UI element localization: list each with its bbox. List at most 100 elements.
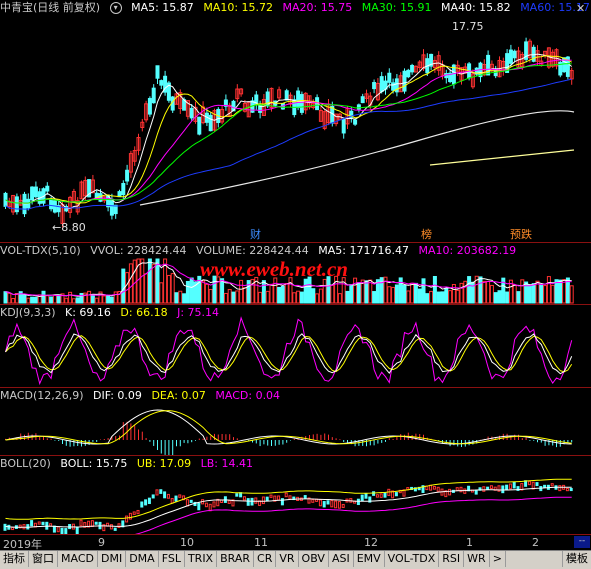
high-price-label: 17.75 bbox=[452, 20, 484, 33]
volume-bar bbox=[337, 293, 342, 304]
boll-candle bbox=[30, 520, 34, 527]
boll-candle bbox=[330, 500, 334, 508]
tab-emv[interactable]: EMV bbox=[354, 551, 385, 567]
scroll-indicator[interactable]: -- bbox=[574, 536, 590, 548]
tab-vr[interactable]: VR bbox=[276, 551, 299, 567]
boll-candle bbox=[527, 480, 531, 486]
volume-bar bbox=[448, 290, 453, 304]
volume-bar bbox=[497, 290, 502, 304]
volume-bar bbox=[182, 293, 187, 304]
boll-candle bbox=[288, 495, 292, 500]
boll-candle bbox=[155, 489, 159, 496]
volume-panel[interactable]: VOL-TDX(5,10) VVOL: 228424.44 VOLUME: 22… bbox=[0, 243, 591, 304]
macd-dif: DIF: 0.09 bbox=[93, 389, 142, 402]
volume-bar bbox=[489, 284, 494, 304]
candle-body bbox=[125, 169, 130, 182]
candle-body bbox=[208, 114, 213, 132]
tab-more-arrow[interactable]: > bbox=[490, 551, 506, 567]
volume-bar bbox=[569, 285, 574, 304]
tab-trix[interactable]: TRIX bbox=[185, 551, 218, 567]
boll-candle bbox=[178, 494, 182, 498]
volume-bar bbox=[444, 287, 449, 304]
date-axis: 2019年 9 10 11 12 1 2 -- bbox=[0, 534, 591, 551]
tab-macd[interactable]: MACD bbox=[58, 551, 98, 567]
settings-circle-icon[interactable]: ▾ bbox=[109, 2, 122, 14]
boll-candle bbox=[436, 486, 440, 492]
candle-body bbox=[284, 90, 289, 101]
boll-candle bbox=[254, 497, 258, 504]
boll-header: BOLL(20) BOLL: 15.75 UB: 17.09 LB: 14.41 bbox=[0, 456, 591, 471]
boll-candle bbox=[136, 509, 140, 515]
kdj-panel[interactable]: KDJ(9,3,3) K: 69.16 D: 66.18 J: 75.14 bbox=[0, 305, 591, 387]
candlestick-chart[interactable] bbox=[0, 0, 591, 242]
watermark: www.eweb.net.cn bbox=[200, 257, 348, 281]
tab-obv[interactable]: OBV bbox=[299, 551, 329, 567]
tab-vol-tdx[interactable]: VOL-TDX bbox=[385, 551, 440, 567]
vol-ma5: MA5: 171716.47 bbox=[318, 244, 409, 257]
boll-candle bbox=[166, 493, 170, 499]
volume-bar bbox=[227, 289, 232, 304]
tab-wr[interactable]: WR bbox=[464, 551, 490, 567]
boll-candle bbox=[109, 524, 113, 530]
vol-indicator-name: VOL-TDX(5,10) bbox=[0, 244, 81, 257]
boll-candle bbox=[463, 488, 467, 494]
boll-candle bbox=[326, 500, 330, 505]
boll-candle bbox=[242, 496, 246, 501]
boll-candle bbox=[197, 502, 201, 511]
marker-yudie[interactable]: 预跌 bbox=[510, 226, 532, 242]
volume-bar bbox=[482, 280, 487, 304]
tab-asi[interactable]: ASI bbox=[329, 551, 354, 567]
marker-bang[interactable]: 榜 bbox=[421, 226, 432, 242]
tab-template[interactable]: 模板 bbox=[562, 551, 591, 567]
tab-cr[interactable]: CR bbox=[254, 551, 277, 567]
volume-bar bbox=[94, 297, 99, 304]
boll-candle bbox=[550, 483, 554, 487]
tab-indicator[interactable]: 指标 bbox=[0, 551, 29, 567]
indicator-tab-bar: 指标 窗口 MACD DMI DMA FSL TRIX BRAR CR VR OBV ASI EMV VO… bbox=[0, 550, 591, 569]
candle-body bbox=[356, 104, 361, 110]
candle-body bbox=[189, 107, 194, 119]
volume-bar bbox=[417, 288, 422, 304]
tab-dma[interactable]: DMA bbox=[126, 551, 159, 567]
boll-candle bbox=[163, 491, 167, 499]
boll-ub: UB: 17.09 bbox=[136, 457, 192, 470]
candle-body bbox=[512, 50, 517, 59]
tab-dmi[interactable]: DMI bbox=[98, 551, 127, 567]
macd-panel[interactable]: MACD(12,26,9) DIF: 0.09 DEA: 0.07 MACD: … bbox=[0, 388, 591, 455]
candle-body bbox=[147, 98, 152, 115]
volume-bar bbox=[520, 279, 525, 304]
boll-candle bbox=[170, 498, 174, 504]
price-panel[interactable]: 中青宝(日线 前复权) ▾ MA5: 15.87 MA10: 15.72 MA2… bbox=[0, 0, 591, 242]
boll-candle bbox=[569, 487, 573, 492]
candle-body bbox=[30, 186, 35, 201]
volume-bar bbox=[14, 293, 19, 304]
tab-fsl[interactable]: FSL bbox=[159, 551, 185, 567]
marker-cai[interactable]: 财 bbox=[250, 226, 261, 242]
candle-body bbox=[360, 96, 365, 104]
macd-dea: DEA: 0.07 bbox=[151, 389, 206, 402]
boll-candle bbox=[284, 492, 288, 498]
boll-candle bbox=[334, 500, 338, 509]
volume-bar bbox=[185, 280, 190, 304]
long-ma2-line bbox=[429, 149, 575, 166]
ma30-label: MA30: 15.91 bbox=[361, 1, 432, 14]
date-label-dec: 12 bbox=[364, 536, 378, 549]
close-window-icon[interactable]: ✕ bbox=[576, 2, 585, 15]
candle-body bbox=[341, 118, 346, 134]
tab-rsi[interactable]: RSI bbox=[439, 551, 465, 567]
boll-candle bbox=[159, 489, 163, 494]
volume-bar bbox=[311, 288, 316, 304]
volume-bar bbox=[296, 290, 301, 304]
volume-bar bbox=[284, 283, 289, 304]
volume-bar bbox=[425, 293, 430, 304]
tab-brar[interactable]: BRAR bbox=[217, 551, 255, 567]
boll-candle bbox=[505, 484, 509, 490]
volume-bar bbox=[90, 295, 95, 304]
volume-bar bbox=[231, 291, 236, 304]
volume-bar bbox=[277, 286, 282, 304]
tab-window[interactable]: 窗口 bbox=[29, 551, 58, 567]
candle-body bbox=[117, 191, 122, 198]
candle-body bbox=[33, 186, 38, 198]
volume-bar bbox=[524, 281, 529, 304]
boll-panel[interactable]: BOLL(20) BOLL: 15.75 UB: 17.09 LB: 14.41 bbox=[0, 456, 591, 534]
